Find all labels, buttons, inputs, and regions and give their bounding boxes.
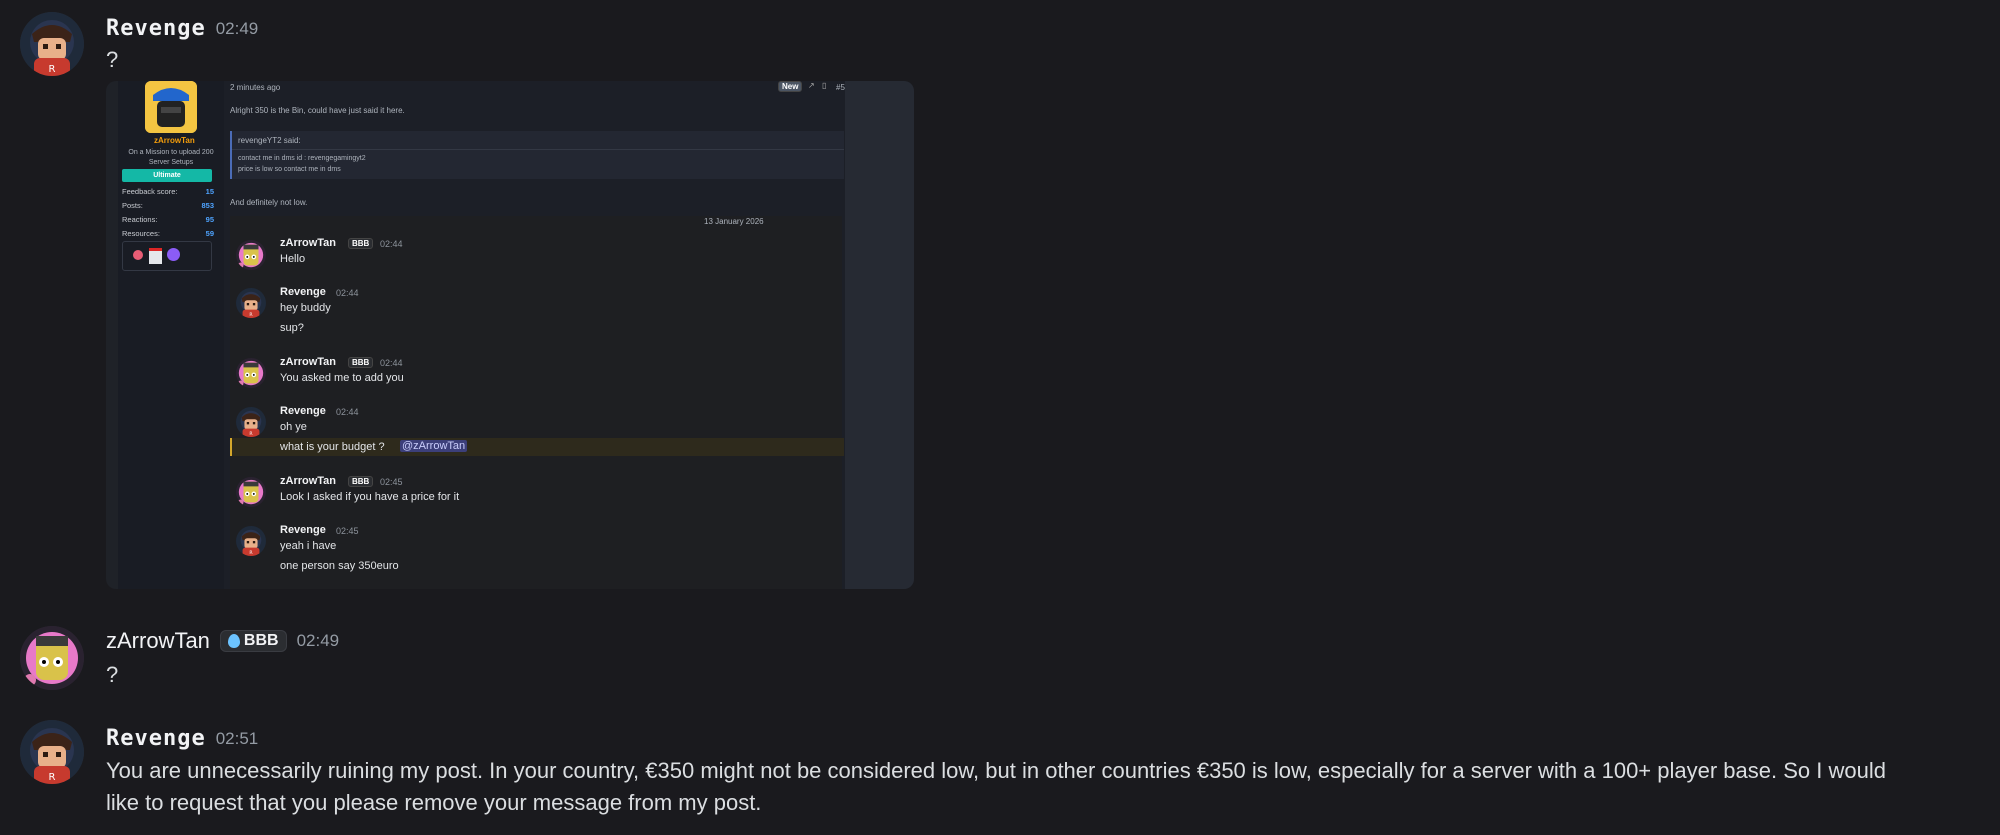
stat-posts: Posts: 853: [122, 201, 214, 210]
revenge-avatar-icon: [236, 407, 266, 437]
chat-author: Revenge: [280, 286, 326, 298]
avatar[interactable]: [20, 626, 84, 690]
profile-avatar: [145, 81, 197, 133]
bookmark-icon[interactable]: ▯: [822, 81, 826, 90]
date-divider: 13 January 2026: [704, 217, 764, 226]
chat-line: yeah i have: [280, 540, 337, 552]
avatar: [236, 288, 266, 318]
chat-time: 02:44: [380, 239, 403, 249]
chat-line: Hello: [280, 253, 306, 265]
chat-line: what is your budget ?: [280, 441, 385, 453]
chat-line: one person say 350euro: [280, 560, 399, 572]
share-icon[interactable]: ↗: [808, 81, 815, 90]
chat-image: 13 January 2026 zArrowTan BBB 02:44 Hell…: [230, 216, 844, 589]
avatar: [236, 477, 266, 507]
timestamp: 02:49: [296, 631, 340, 650]
avatar: [236, 526, 266, 556]
chat-time: 02:45: [336, 526, 359, 536]
chat-tag: BBB: [348, 357, 374, 368]
zarrowtan-avatar-icon: [236, 240, 266, 270]
avatar: [236, 240, 266, 270]
revenge-avatar-icon: [20, 720, 84, 784]
quote-divider: [232, 149, 844, 150]
revenge-avatar-icon: [20, 12, 84, 76]
zarrowtan-avatar-icon: [20, 626, 84, 690]
stat-reactions: Reactions: 95: [122, 215, 214, 224]
zarrowtan-profile-icon: [145, 81, 197, 133]
revenge-avatar-icon: [236, 526, 266, 556]
author-name[interactable]: Revenge: [106, 726, 206, 751]
message-text: ?: [106, 47, 119, 72]
avatar: [236, 407, 266, 437]
clan-tag[interactable]: BBB: [219, 630, 287, 652]
quote-line-2: price is low so contact me in dms: [238, 166, 341, 173]
rank-badge: Ultimate: [122, 169, 212, 182]
user-mention[interactable]: @zArrowTan: [400, 440, 468, 452]
message-header: Revenge 02:51: [106, 726, 258, 751]
droplet-icon: [227, 634, 240, 648]
chat-time: 02:44: [336, 407, 359, 417]
embed-right-margin: [845, 81, 914, 589]
chat-author: zArrowTan: [280, 356, 337, 368]
zarrowtan-avatar-icon: [236, 358, 266, 388]
image-attachment[interactable]: zArrowTan On a Mission to upload 200 Ser…: [106, 81, 914, 589]
profile-subtitle-1: On a Mission to upload 200: [128, 149, 214, 156]
chat-time: 02:44: [380, 358, 403, 368]
author-name[interactable]: zArrowTan: [106, 628, 210, 654]
profile-trophies: [122, 241, 212, 271]
avatar: [236, 358, 266, 388]
quote-author[interactable]: revengeYT2 said:: [238, 136, 301, 145]
chat-line: Look I asked if you have a price for it: [280, 491, 460, 503]
quote-block: revengeYT2 said: contact me in dms id : …: [230, 131, 844, 179]
post-content: 2 minutes ago New ↗ ▯ #5 Alright 350 is …: [224, 81, 845, 589]
chat-line: hey buddy: [280, 302, 331, 314]
author-name[interactable]: Revenge: [106, 16, 206, 41]
quote-line-1: contact me in dms id : revengegamingyt2: [238, 155, 366, 162]
chat-line: oh ye: [280, 421, 307, 433]
heart-icon: [167, 248, 180, 261]
post-time-ago: 2 minutes ago: [230, 83, 281, 92]
chat-time: 02:44: [336, 288, 359, 298]
post-line-1: Alright 350 is the Bin, could have just …: [230, 106, 405, 115]
chat-time: 02:45: [380, 477, 403, 487]
message-header: Revenge 02:49: [106, 16, 258, 41]
chat-tag: BBB: [348, 476, 374, 487]
trophy-icon: [133, 250, 143, 260]
message-text-line-2: like to request that you please remove y…: [106, 790, 762, 815]
avatar[interactable]: [20, 12, 84, 76]
chat-author: zArrowTan: [280, 237, 337, 249]
message-header: zArrowTan BBB 02:49: [106, 628, 339, 654]
post-line-2: And definitely not low.: [230, 198, 308, 207]
zarrowtan-avatar-icon: [236, 477, 266, 507]
chat-author: zArrowTan: [280, 475, 337, 487]
profile-name: zArrowTan: [154, 136, 195, 145]
new-badge: New: [778, 81, 803, 92]
chat-line: You asked me to add you: [280, 372, 404, 384]
chat-line: sup?: [280, 322, 304, 334]
post-number[interactable]: #5: [836, 83, 845, 92]
rank-label: Ultimate: [153, 172, 181, 179]
chat-author: Revenge: [280, 405, 326, 417]
avatar[interactable]: [20, 720, 84, 784]
timestamp: 02:51: [215, 728, 259, 748]
profile-sidebar: zArrowTan On a Mission to upload 200 Ser…: [118, 81, 225, 589]
calendar-icon: [149, 248, 162, 264]
message-text-line-1: You are unnecessarily ruining my post. I…: [106, 758, 1886, 783]
clan-tag-label: BBB: [243, 632, 279, 649]
timestamp: 02:49: [215, 18, 259, 38]
chat-author: Revenge: [280, 524, 326, 536]
stat-feedback: Feedback score: 15: [122, 187, 214, 196]
profile-subtitle-2: Server Setups: [148, 159, 194, 166]
chat-tag: BBB: [348, 238, 374, 249]
stat-resources: Resources: 59: [122, 229, 214, 238]
message-text: ?: [106, 662, 119, 687]
revenge-avatar-icon: [236, 288, 266, 318]
